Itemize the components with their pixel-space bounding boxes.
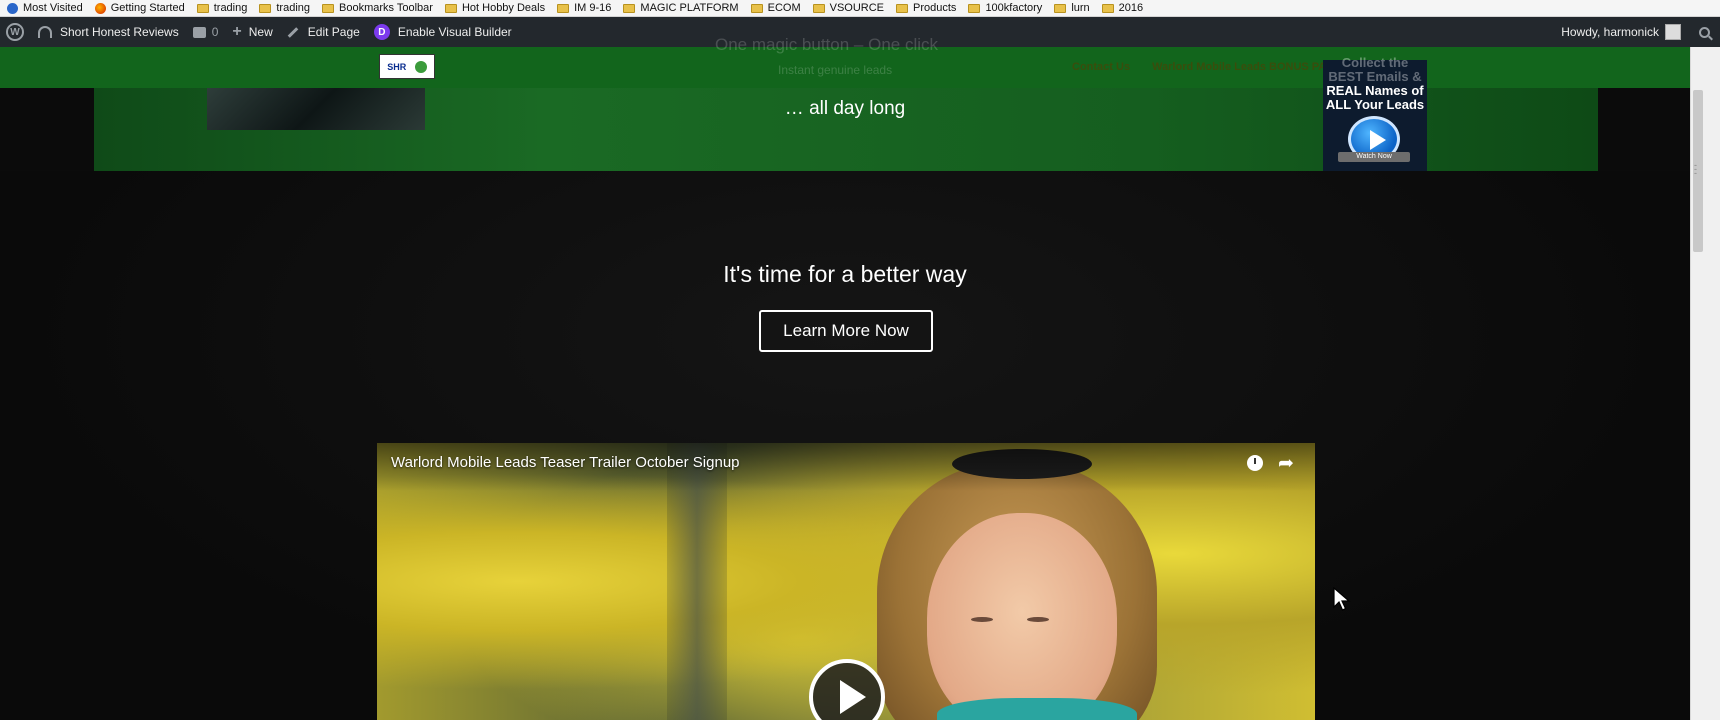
faint-hero-line-1: One magic button – One click: [715, 35, 939, 54]
section-headline: It's time for a better way: [723, 261, 967, 287]
share-icon[interactable]: ➦: [1278, 452, 1294, 475]
bookmark-folder-im[interactable]: IM 9-16: [557, 2, 611, 14]
site-name-menu[interactable]: Short Honest Reviews: [38, 25, 179, 39]
hero-tagline: … all day long: [784, 98, 906, 119]
promo-watch-now[interactable]: Watch Now: [1338, 152, 1410, 162]
folder-icon: [196, 3, 209, 13]
search-icon[interactable]: [1699, 26, 1710, 38]
enable-visual-builder-link[interactable]: D Enable Visual Builder: [373, 24, 512, 40]
thumbs-up-icon: [414, 60, 427, 73]
scrollbar-grip-icon: ---: [1694, 160, 1697, 178]
new-content-menu[interactable]: + New: [232, 23, 272, 41]
folder-icon: [896, 3, 909, 13]
folder-icon: [1054, 3, 1067, 13]
folder-icon: [322, 3, 334, 13]
bookmark-folder-ecom[interactable]: ECOM: [750, 2, 801, 14]
my-account-menu[interactable]: Howdy, harmonick: [1561, 24, 1681, 40]
site-logo[interactable]: SHR: [379, 54, 435, 79]
folder-icon: [623, 3, 636, 13]
main-nav: Contact Us Warlord Mobile Leads BONUS PA…: [1072, 61, 1364, 73]
bookmark-most-visited[interactable]: Most Visited: [7, 2, 83, 14]
bookmark-folder-lurn[interactable]: lurn: [1054, 2, 1090, 14]
promo-text: Collect the BEST Emails & REAL Names of …: [1325, 55, 1425, 112]
bookmark-folder-products[interactable]: Products: [896, 2, 956, 14]
dashboard-icon: [38, 26, 52, 38]
bookmark-folder-magic-platform[interactable]: MAGIC PLATFORM: [623, 2, 739, 14]
bookmarks-toolbar: Most Visited Getting Started trading tra…: [0, 0, 1720, 17]
folder-icon: [444, 3, 457, 13]
divi-icon: D: [373, 24, 390, 40]
bookmark-folder-hot-hobby-deals[interactable]: Hot Hobby Deals: [444, 2, 545, 14]
bookmark-folder-100kfactory[interactable]: 100kfactory: [968, 2, 1042, 14]
bookmark-folder-bookmarks-toolbar[interactable]: Bookmarks Toolbar: [322, 2, 433, 14]
folder-icon: [812, 3, 825, 13]
firefox-icon: [94, 2, 106, 14]
video-player[interactable]: Warlord Mobile Leads Teaser Trailer Octo…: [377, 443, 1315, 720]
nav-bonus-page[interactable]: Warlord Mobile Leads BONUS PAGE: [1152, 61, 1342, 73]
folder-icon: [750, 3, 763, 13]
browser-viewport: Most Visited Getting Started trading tra…: [0, 0, 1720, 720]
globe-icon: [7, 2, 18, 14]
bookmark-folder-2016[interactable]: 2016: [1101, 2, 1143, 14]
bookmark-folder-trading[interactable]: trading: [196, 2, 247, 14]
folder-icon: [259, 3, 272, 13]
folder-icon: [557, 3, 570, 13]
comments-menu[interactable]: 0: [192, 25, 218, 39]
comment-bubble-icon: [192, 26, 206, 38]
bookmark-folder-vsource[interactable]: VSOURCE: [812, 2, 884, 14]
bookmark-folder-trading-2[interactable]: trading: [259, 2, 310, 14]
learn-more-button[interactable]: Learn More Now: [759, 310, 933, 352]
folder-icon: [968, 3, 981, 13]
nav-contact-us[interactable]: Contact Us: [1072, 61, 1130, 73]
folder-icon: [1101, 3, 1114, 13]
avatar: [1665, 24, 1681, 40]
edit-page-link[interactable]: Edit Page: [287, 25, 360, 39]
video-title[interactable]: Warlord Mobile Leads Teaser Trailer Octo…: [391, 454, 740, 471]
pencil-icon: [287, 26, 299, 38]
wordpress-logo-icon[interactable]: W: [6, 23, 24, 41]
faint-hero-line-2: Instant genuine leads: [778, 63, 893, 77]
plus-icon: +: [232, 23, 242, 40]
bookmark-getting-started[interactable]: Getting Started: [94, 2, 185, 14]
site-header: One magic button – One click Instant gen…: [0, 35, 1690, 88]
watch-later-icon[interactable]: [1247, 455, 1263, 471]
